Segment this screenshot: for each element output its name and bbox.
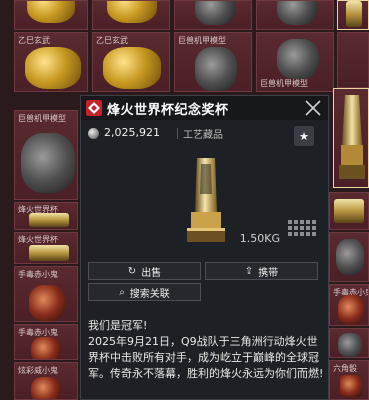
mech-model-image (338, 333, 362, 357)
divider (177, 128, 178, 139)
item-label: 烽火世界杯 (18, 235, 58, 244)
carry-button[interactable]: ⇪ 携带 (205, 262, 318, 280)
inventory-cell[interactable] (337, 32, 369, 88)
trophy-image (346, 1, 362, 27)
red-figure-image (29, 285, 65, 321)
inventory-cell[interactable] (14, 0, 88, 30)
inventory-cell[interactable]: 六角骰 (329, 360, 369, 400)
upload-icon: ⇪ (244, 265, 254, 277)
inventory-cell[interactable] (329, 232, 369, 282)
inventory-cell[interactable] (256, 0, 334, 30)
popup-title: 烽火世界杯纪念奖杯 (107, 103, 229, 118)
item-price: 2,025,921 (104, 126, 160, 139)
inventory-cell[interactable]: 手毒赤小鬼 (329, 284, 369, 326)
popup-header: 烽火世界杯纪念奖杯 (81, 96, 328, 120)
inventory-cell[interactable]: 烽火世界杯 (14, 232, 78, 264)
gold-dragon-image (103, 47, 161, 89)
inventory-cell[interactable] (329, 328, 369, 358)
inventory-cell[interactable]: 乙巳玄武 (92, 32, 170, 92)
inventory-cell[interactable]: 手毒赤小鬼 (14, 266, 78, 322)
search-label: 搜索关联 (129, 288, 170, 300)
gold-dragon-image (25, 47, 81, 89)
red-figure-image (31, 377, 61, 399)
item-weight: 1.50KG (239, 232, 280, 245)
inventory-cell[interactable]: 手毒赤小鬼 (14, 324, 78, 360)
search-icon: ⌕ (119, 286, 125, 298)
trophy-image (29, 245, 69, 261)
mech-model-image (277, 1, 317, 25)
sell-icon: ↻ (127, 265, 137, 277)
item-detail-popup: 烽火世界杯纪念奖杯 2,025,921 工艺藏品 ★ 1.50KG ↻ 出售 ⇪… (80, 95, 329, 400)
item-label: 手毒赤小鬼 (18, 270, 58, 279)
trophy-image (334, 199, 364, 223)
item-description: 我们是冠军! 2025年9月21日，Q9战队于三角洲行动烽火世界杯中击败所有对手… (88, 318, 326, 382)
inventory-cell[interactable] (92, 0, 170, 30)
item-label: 炫彩威小鬼 (18, 366, 58, 375)
inventory-cell[interactable]: 烽火世界杯 (14, 202, 78, 230)
inventory-cell[interactable]: 巨兽机甲模型 (174, 32, 252, 92)
grid-size-icon (288, 220, 318, 240)
gold-dragon-image (27, 1, 75, 23)
search-related-button[interactable]: ⌕ 搜索关联 (88, 283, 201, 301)
inventory-cell[interactable]: 乙巳玄武 (14, 32, 88, 92)
trophy-image (29, 213, 69, 227)
item-label: 乙巳玄武 (96, 36, 128, 45)
inventory-cell[interactable]: 巨兽机甲模型 (256, 32, 334, 92)
red-figure-image (31, 337, 61, 359)
item-label: 巨兽机甲模型 (178, 36, 226, 45)
mech-model-image (336, 239, 364, 275)
description-line: 我们是冠军! (88, 319, 148, 332)
coin-icon (88, 128, 99, 139)
star-icon: ★ (299, 129, 309, 143)
item-category: 工艺藏品 (183, 130, 223, 141)
item-label: 六角骰 (333, 364, 357, 373)
favorite-button[interactable]: ★ (294, 126, 314, 146)
item-label: 巨兽机甲模型 (260, 79, 308, 88)
red-figure-image (338, 295, 364, 325)
item-label: 巨兽机甲模型 (18, 114, 66, 123)
inventory-cell[interactable]: 炫彩威小鬼 (14, 362, 78, 400)
description-line: 2025年9月21日，Q9战队于三角洲行动烽火世界杯中击败所有对手，成为屹立于巅… (88, 335, 324, 380)
red-diamond-icon (86, 100, 102, 116)
inventory-cell[interactable]: 巨兽机甲模型 (14, 110, 78, 200)
close-icon[interactable] (304, 99, 322, 117)
mech-model-image (195, 1, 235, 25)
trophy-item-image (187, 158, 225, 242)
inventory-cell[interactable] (337, 0, 369, 30)
mech-model-image (277, 39, 319, 79)
carry-label: 携带 (258, 267, 279, 279)
inventory-cell[interactable] (174, 0, 252, 30)
dice-image (340, 375, 362, 397)
mech-model-image (21, 133, 75, 193)
sell-label: 出售 (141, 267, 162, 279)
mech-model-image (195, 47, 237, 91)
inventory-cell[interactable] (329, 192, 369, 230)
trophy-image (339, 95, 365, 179)
sell-button[interactable]: ↻ 出售 (88, 262, 201, 280)
item-label: 乙巳玄武 (18, 36, 50, 45)
gold-dragon-image (107, 1, 157, 23)
